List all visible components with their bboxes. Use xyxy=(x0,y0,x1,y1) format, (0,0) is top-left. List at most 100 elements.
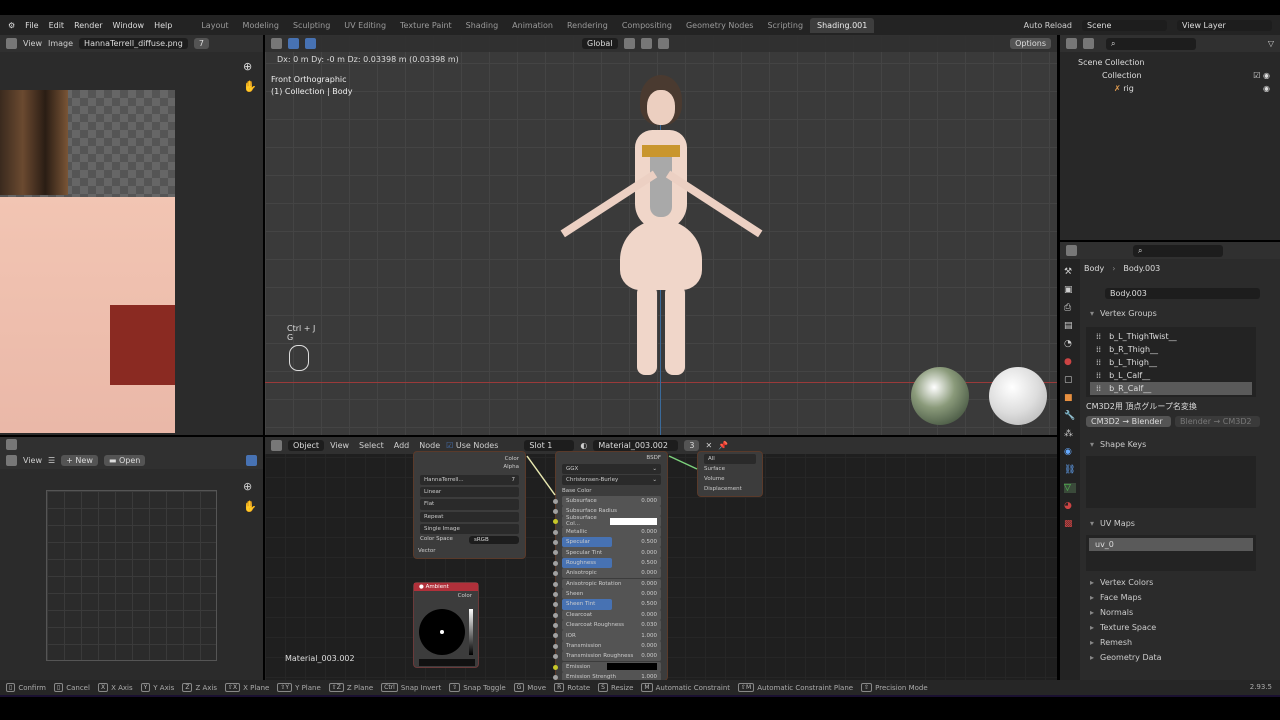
collection-tab-icon[interactable]: ▢ xyxy=(1064,375,1076,385)
tab-scripting[interactable]: Scripting xyxy=(760,18,810,33)
editor-type-icon[interactable] xyxy=(1066,245,1077,256)
filter-icon-left[interactable] xyxy=(1083,38,1094,49)
menu-window[interactable]: Window xyxy=(113,21,145,30)
rig-visibility-icon[interactable]: ◉ xyxy=(1263,82,1270,95)
pan-hand-icon[interactable]: ✋ xyxy=(243,500,257,513)
tab-sculpting[interactable]: Sculpting xyxy=(286,18,337,33)
outliner-item-scene-collection[interactable]: Scene Collection xyxy=(1078,56,1280,69)
status-item: ⇧X X Plane xyxy=(224,683,270,692)
blender-to-cm3d2-button[interactable]: Blender → CM3D2 xyxy=(1175,416,1260,427)
tab-compositing[interactable]: Compositing xyxy=(615,18,679,33)
zoom-icon[interactable]: ⊕ xyxy=(243,60,252,73)
object-tab-icon[interactable]: ■ xyxy=(1064,393,1076,403)
tab-uv-editing[interactable]: UV Editing xyxy=(337,18,393,33)
world-tab-icon[interactable]: ● xyxy=(1064,357,1076,367)
menu-image[interactable]: Image xyxy=(48,39,73,48)
menu-render[interactable]: Render xyxy=(74,21,102,30)
section-uv-maps[interactable]: UV Maps xyxy=(1080,514,1280,533)
tab-texture-paint[interactable]: Texture Paint xyxy=(393,18,459,33)
zoom-icon[interactable]: ⊕ xyxy=(243,480,252,493)
menu-help[interactable]: Help xyxy=(154,21,172,30)
status-label: Y Plane xyxy=(295,683,321,692)
status-item: ZZ Axis xyxy=(182,683,217,692)
select-mode-icon[interactable] xyxy=(305,38,316,49)
tab-shading-001[interactable]: Shading.001 xyxy=(810,17,875,33)
status-label: X Plane xyxy=(243,683,270,692)
scene-tab-icon[interactable]: ◔ xyxy=(1064,339,1076,349)
cm3d2-to-blender-button[interactable]: CM3D2 → Blender xyxy=(1086,416,1171,427)
tool-tab-icon[interactable]: ⚒ xyxy=(1064,267,1076,277)
editor-type-icon[interactable] xyxy=(6,439,17,450)
uv-texture-image[interactable] xyxy=(0,90,175,433)
pivot-icon[interactable] xyxy=(623,38,635,49)
menu-file[interactable]: File xyxy=(25,21,38,30)
tab-animation[interactable]: Animation xyxy=(505,18,560,33)
section-shape-keys[interactable]: Shape Keys xyxy=(1080,435,1280,454)
vertex-group-item[interactable]: ⁞⁞ b_R_Calf__ xyxy=(1090,382,1252,395)
status-item: XX Axis xyxy=(97,683,133,692)
menu-view[interactable]: View xyxy=(23,39,42,48)
tab-modeling[interactable]: Modeling xyxy=(236,18,286,33)
display-mode-icon[interactable] xyxy=(1066,38,1077,49)
menu-edit[interactable]: Edit xyxy=(49,21,65,30)
render-tab-icon[interactable]: ▣ xyxy=(1064,285,1076,295)
image-users[interactable]: 7 xyxy=(193,38,209,49)
visibility-eye-icon[interactable]: ☑ ◉ xyxy=(1253,69,1270,82)
mesh-name-field[interactable]: Body.003 xyxy=(1105,288,1260,299)
vertex-group-item[interactable]: ⁞⁞ b_L_Calf__ xyxy=(1090,369,1252,382)
pan-hand-icon[interactable]: ✋ xyxy=(243,80,257,93)
uv-map-item[interactable]: uv_0 xyxy=(1089,538,1253,551)
view-layer-tab-icon[interactable]: ▤ xyxy=(1064,321,1076,331)
section-remesh[interactable]: Remesh xyxy=(1080,635,1280,650)
select-tool-icon[interactable] xyxy=(288,38,299,49)
scene-selector[interactable]: Scene xyxy=(1082,19,1167,31)
overlay-icon[interactable] xyxy=(246,455,257,466)
outliner-item-collection[interactable]: Collection ☑ ◉ xyxy=(1078,69,1280,82)
texture-tab-icon[interactable]: ▩ xyxy=(1064,519,1076,529)
modifier-tab-icon[interactable]: 🔧 xyxy=(1064,411,1076,421)
open-image-button[interactable]: ▬ Open xyxy=(103,455,146,466)
vertex-group-icon: ⁞⁞ xyxy=(1096,358,1102,367)
tab-layout[interactable]: Layout xyxy=(194,18,235,33)
section-vertex-groups[interactable]: Vertex Groups xyxy=(1080,304,1280,323)
new-image-button[interactable]: + New xyxy=(61,455,98,466)
hamburger-icon[interactable]: ☰ xyxy=(48,456,55,465)
tab-geometry-nodes[interactable]: Geometry Nodes xyxy=(679,18,760,33)
editor-type-icon[interactable] xyxy=(6,38,17,49)
vertex-group-item[interactable]: ⁞⁞ b_L_ThighTwist__ xyxy=(1090,330,1252,343)
properties-search[interactable]: ⌕ xyxy=(1133,244,1223,257)
options-dropdown[interactable]: Options xyxy=(1010,38,1051,49)
image-name-field[interactable]: HannaTerrell_diffuse.png xyxy=(79,38,188,49)
3d-viewport[interactable]: Global Options Dx: 0 m Dy: -0 m Dz: 0.03… xyxy=(265,35,1057,435)
outliner-item-rig[interactable]: ✗ rig ◉ xyxy=(1078,82,1280,95)
open-label: Open xyxy=(118,456,141,465)
blender-logo-icon[interactable]: ⚙ xyxy=(8,21,15,30)
transform-gizmo-icon[interactable] xyxy=(271,38,282,49)
mesh-data-tab-icon[interactable]: ▽ xyxy=(1064,483,1076,493)
shader-node-editor[interactable]: Object View Select Add Node ☑ Use Nodes Slo… xyxy=(265,437,1057,683)
tab-shading[interactable]: Shading xyxy=(459,18,506,33)
shape-key-list xyxy=(1086,456,1256,508)
section-vertex-colors[interactable]: Vertex Colors xyxy=(1080,575,1280,590)
view-layer-selector[interactable]: View Layer xyxy=(1177,19,1272,31)
auto-reload-label[interactable]: Auto Reload xyxy=(1024,21,1072,30)
section-texture-space[interactable]: Texture Space xyxy=(1080,620,1280,635)
outliner-search[interactable]: ⌕ xyxy=(1106,37,1196,50)
constraints-tab-icon[interactable]: ⛓ xyxy=(1064,465,1076,475)
particles-tab-icon[interactable]: ⁂ xyxy=(1064,429,1076,439)
section-face-maps[interactable]: Face Maps xyxy=(1080,590,1280,605)
tab-rendering[interactable]: Rendering xyxy=(560,18,615,33)
proportional-edit-icon[interactable] xyxy=(657,38,669,49)
physics-tab-icon[interactable]: ◉ xyxy=(1064,447,1076,457)
menu-view[interactable]: View xyxy=(23,456,42,465)
material-tab-icon[interactable]: ◕ xyxy=(1064,501,1076,511)
section-geometry-data[interactable]: Geometry Data xyxy=(1080,650,1280,665)
uv-grid[interactable] xyxy=(46,490,217,661)
section-normals[interactable]: Normals xyxy=(1080,605,1280,620)
vertex-group-item[interactable]: ⁞⁞ b_L_Thigh__ xyxy=(1090,356,1252,369)
snap-icon[interactable] xyxy=(640,38,652,49)
vertex-group-item[interactable]: ⁞⁞ b_R_Thigh__ xyxy=(1090,343,1252,356)
output-tab-icon[interactable]: ⎙ xyxy=(1064,303,1076,313)
orientation-dropdown[interactable]: Global xyxy=(582,38,618,49)
filter-icon[interactable]: ▽ xyxy=(1268,39,1274,48)
